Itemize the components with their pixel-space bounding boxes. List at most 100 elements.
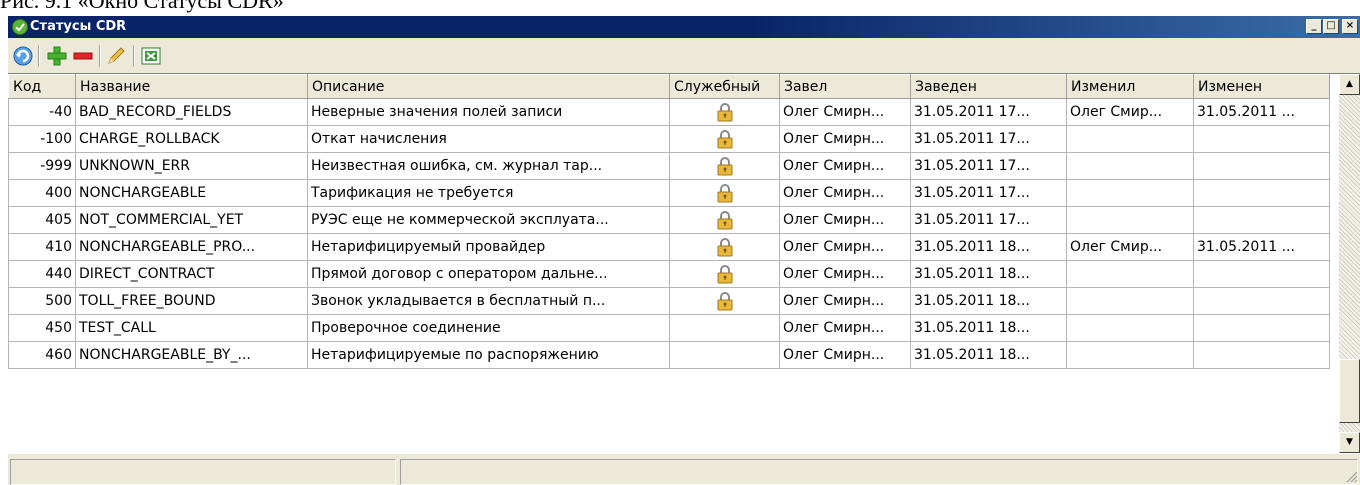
cell-service[interactable] [669,341,780,369]
cell-description[interactable]: Неизвестная ошибка, см. журнал тар... [307,152,670,180]
cell-modified-by[interactable]: Олег Смир... [1066,233,1194,261]
cell-name[interactable]: DIRECT_CONTRACT [75,260,308,288]
cell-name[interactable]: NONCHARGEABLE_PRO... [75,233,308,261]
cell-modified-at[interactable] [1193,206,1330,234]
cell-description[interactable]: Прямой договор с оператором дальне... [307,260,670,288]
cell-code[interactable]: -40 [8,98,76,126]
cell-created-by[interactable]: Олег Смирн... [779,206,911,234]
table-row[interactable]: 440 DIRECT_CONTRACT Прямой договор с опера… [8,260,1330,288]
excel-icon[interactable] [140,45,162,67]
table-row[interactable]: -100 CHARGE_ROLLBACK Откат начисления Олег … [8,125,1330,153]
cell-name[interactable]: UNKNOWN_ERR [75,152,308,180]
cell-modified-by[interactable] [1066,260,1194,288]
column-header-description[interactable]: Описание [307,74,670,99]
refresh-icon[interactable] [12,45,34,67]
cell-created-by[interactable]: Олег Смирн... [779,98,911,126]
cell-service[interactable] [669,314,780,342]
column-header-code[interactable]: Код [8,74,76,99]
cell-description[interactable]: РУЭС еще не коммерческой эксплуата... [307,206,670,234]
table-row[interactable]: 460 NONCHARGEABLE_BY_... Нетарифицируемые … [8,341,1330,369]
cell-created-at[interactable]: 31.05.2011 17... [910,206,1067,234]
column-header-modified-by[interactable]: Изменил [1066,74,1194,99]
cell-created-by[interactable]: Олег Смирн... [779,314,911,342]
cell-modified-by[interactable] [1066,287,1194,315]
cell-created-by[interactable]: Олег Смирн... [779,341,911,369]
cell-modified-at[interactable]: 31.05.2011 ... [1193,233,1330,261]
cell-description[interactable]: Неверные значения полей записи [307,98,670,126]
cell-description[interactable]: Откат начисления [307,125,670,153]
cell-service[interactable] [669,287,780,315]
cell-modified-at[interactable] [1193,287,1330,315]
column-header-service[interactable]: Служебный [669,74,780,99]
cell-modified-by[interactable] [1066,341,1194,369]
cell-created-at[interactable]: 31.05.2011 18... [910,314,1067,342]
cell-created-by[interactable]: Олег Смирн... [779,233,911,261]
cell-service[interactable] [669,179,780,207]
cell-code[interactable]: 405 [8,206,76,234]
cell-modified-by[interactable] [1066,179,1194,207]
cell-name[interactable]: CHARGE_ROLLBACK [75,125,308,153]
plus-icon[interactable] [46,45,68,67]
cell-service[interactable] [669,206,780,234]
title-bar[interactable]: Статусы CDR _ □ × [8,16,1360,38]
cell-modified-at[interactable] [1193,341,1330,369]
minimize-button[interactable]: _ [1306,19,1322,34]
cell-created-at[interactable]: 31.05.2011 18... [910,341,1067,369]
cell-service[interactable] [669,125,780,153]
cell-created-by[interactable]: Олег Смирн... [779,287,911,315]
cell-created-at[interactable]: 31.05.2011 18... [910,287,1067,315]
cell-created-by[interactable]: Олег Смирн... [779,260,911,288]
cell-created-by[interactable]: Олег Смирн... [779,179,911,207]
cell-code[interactable]: 500 [8,287,76,315]
cell-created-at[interactable]: 31.05.2011 18... [910,260,1067,288]
cell-created-at[interactable]: 31.05.2011 17... [910,152,1067,180]
cell-modified-at[interactable] [1193,260,1330,288]
cell-modified-by[interactable]: Олег Смир... [1066,98,1194,126]
cell-name[interactable]: NOT_COMMERCIAL_YET [75,206,308,234]
cell-description[interactable]: Проверочное соединение [307,314,670,342]
pencil-icon[interactable] [105,45,127,67]
cell-code[interactable]: 450 [8,314,76,342]
cell-modified-at[interactable] [1193,152,1330,180]
cell-modified-by[interactable] [1066,152,1194,180]
cell-service[interactable] [669,152,780,180]
cell-description[interactable]: Тарификация не требуется [307,179,670,207]
cell-modified-at[interactable] [1193,314,1330,342]
table-row[interactable]: 500 TOLL_FREE_BOUND Звонок укладывается в … [8,287,1330,315]
cell-service[interactable] [669,260,780,288]
cell-code[interactable]: 440 [8,260,76,288]
cell-code[interactable]: 400 [8,179,76,207]
cell-name[interactable]: NONCHARGEABLE [75,179,308,207]
table-row[interactable]: -40 BAD_RECORD_FIELDS Неверные значения по… [8,98,1330,126]
close-button[interactable]: × [1342,19,1358,34]
table-row[interactable]: -999 UNKNOWN_ERR Неизвестная ошибка, см. ж… [8,152,1330,180]
cell-modified-by[interactable] [1066,206,1194,234]
cell-created-at[interactable]: 31.05.2011 17... [910,98,1067,126]
column-header-created-by[interactable]: Завел [779,74,911,99]
cell-code[interactable]: -999 [8,152,76,180]
scrollbar-thumb[interactable] [1339,359,1360,423]
cell-modified-by[interactable] [1066,125,1194,153]
cell-created-by[interactable]: Олег Смирн... [779,125,911,153]
cell-code[interactable]: -100 [8,125,76,153]
maximize-button[interactable]: □ [1323,19,1339,34]
resize-grip-icon[interactable] [1344,469,1358,483]
vertical-scrollbar[interactable]: ▲ ▼ [1339,74,1360,453]
table-row[interactable]: 410 NONCHARGEABLE_PRO... Нетарифицируемый … [8,233,1330,261]
scroll-up-arrow-icon[interactable]: ▲ [1339,74,1360,95]
minus-icon[interactable] [72,45,94,67]
cell-name[interactable]: TOLL_FREE_BOUND [75,287,308,315]
cell-description[interactable]: Нетарифицируемый провайдер [307,233,670,261]
cell-service[interactable] [669,98,780,126]
cell-created-at[interactable]: 31.05.2011 17... [910,125,1067,153]
column-header-modified-at[interactable]: Изменен [1193,74,1330,99]
cell-code[interactable]: 410 [8,233,76,261]
cell-modified-at[interactable] [1193,125,1330,153]
scroll-down-arrow-icon[interactable]: ▼ [1339,432,1360,453]
cell-created-at[interactable]: 31.05.2011 18... [910,233,1067,261]
cell-created-by[interactable]: Олег Смирн... [779,152,911,180]
cell-service[interactable] [669,233,780,261]
cell-name[interactable]: BAD_RECORD_FIELDS [75,98,308,126]
cell-modified-by[interactable] [1066,314,1194,342]
cell-modified-at[interactable]: 31.05.2011 ... [1193,98,1330,126]
